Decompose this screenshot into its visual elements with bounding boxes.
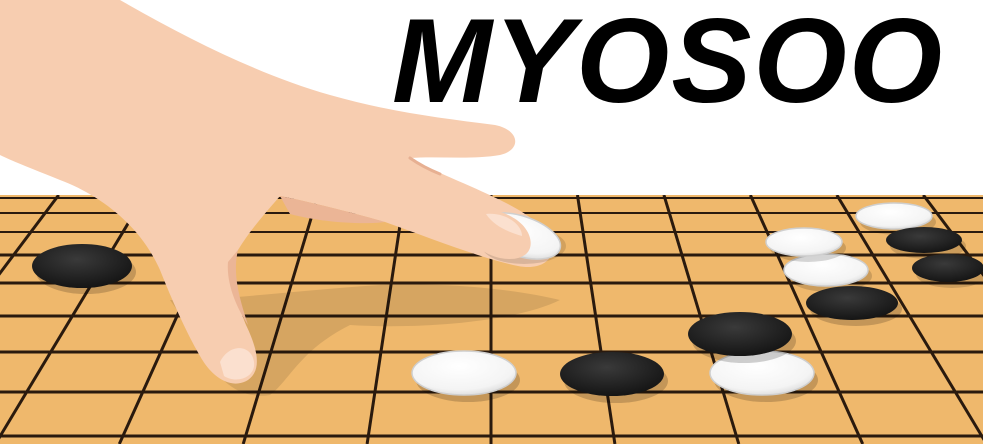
hero-banner: MYOSOO — [0, 0, 983, 444]
brand-logo-text: MYOSOO — [392, 0, 945, 128]
